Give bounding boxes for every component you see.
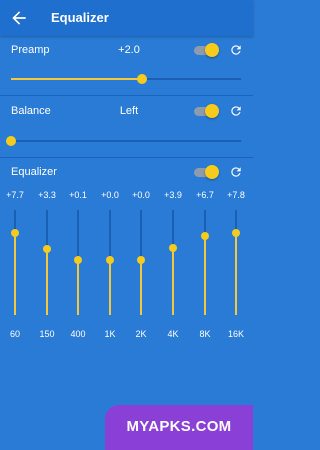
band-slider[interactable] [201, 210, 209, 315]
band-slider[interactable] [137, 210, 145, 315]
divider [0, 157, 253, 158]
eq-band: +0.0 1K [95, 190, 125, 350]
band-fill [235, 233, 237, 315]
band-slider[interactable] [169, 210, 177, 315]
page-title: Equalizer [51, 10, 109, 25]
watermark-text: MYAPKS.COM [126, 418, 232, 435]
arrow-back-icon[interactable] [9, 8, 29, 28]
slider-knob[interactable] [137, 74, 148, 84]
band-fill [46, 248, 48, 315]
band-knob[interactable] [74, 256, 82, 265]
equalizer-label: Equalizer [11, 166, 57, 178]
band-knob[interactable] [106, 256, 114, 265]
preamp-value: +2.0 [118, 44, 140, 56]
toggle-thumb [205, 165, 219, 179]
band-fill [77, 260, 79, 315]
balance-toggle[interactable] [194, 104, 219, 118]
balance-value: Left [119, 105, 139, 117]
band-fill [109, 260, 111, 315]
band-fill [204, 236, 206, 315]
divider [0, 95, 253, 96]
band-fill [172, 247, 174, 315]
toggle-thumb [205, 43, 219, 57]
eq-band: +3.9 4K [158, 190, 188, 350]
eq-band: +0.0 2K [126, 190, 156, 350]
band-slider[interactable] [11, 210, 19, 315]
slider-fill [11, 78, 143, 80]
preamp-toggle[interactable] [194, 43, 219, 57]
equalizer-reset-icon[interactable] [229, 165, 243, 179]
preamp-slider[interactable] [11, 73, 241, 85]
band-slider[interactable] [43, 210, 51, 315]
equalizer-toggle[interactable] [194, 165, 219, 179]
slider-rail [11, 140, 241, 142]
watermark-banner: MYAPKS.COM [105, 405, 253, 450]
app-bar: Equalizer [0, 0, 253, 36]
band-fill [14, 233, 16, 315]
band-frequency-label: 16K [227, 329, 244, 339]
eq-band: +7.7 60 [0, 190, 30, 350]
toggle-thumb [205, 104, 219, 118]
band-slider[interactable] [106, 210, 114, 315]
balance-slider[interactable] [6, 135, 241, 147]
band-knob[interactable] [169, 243, 177, 252]
band-fill [140, 260, 142, 315]
eq-band: +0.1 400 [63, 190, 93, 350]
band-knob[interactable] [11, 229, 19, 238]
preamp-label: Preamp [11, 44, 50, 56]
eq-band: +3.3 150 [32, 190, 62, 350]
band-slider[interactable] [74, 210, 82, 315]
eq-band: +7.8 16K [221, 190, 251, 350]
band-knob[interactable] [137, 256, 145, 265]
band-slider[interactable] [232, 210, 240, 315]
balance-label: Balance [11, 105, 51, 117]
balance-reset-icon[interactable] [229, 104, 243, 118]
slider-knob[interactable] [6, 136, 16, 146]
eq-band: +6.7 8K [190, 190, 220, 350]
band-knob[interactable] [232, 229, 240, 238]
band-knob[interactable] [201, 232, 209, 241]
preamp-reset-icon[interactable] [229, 43, 243, 57]
band-knob[interactable] [43, 244, 51, 253]
band-gain-label: +7.8 [227, 190, 245, 200]
